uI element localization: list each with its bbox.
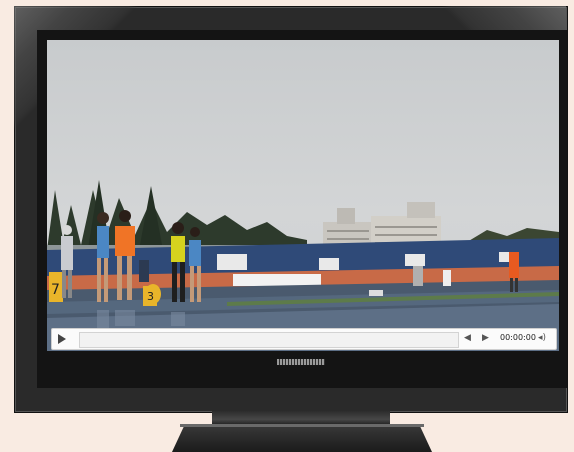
bib-7: 7 <box>51 282 60 298</box>
monitor-stand-base <box>172 424 432 452</box>
next-icon[interactable]: ▶ <box>482 333 489 343</box>
previous-icon[interactable]: ◀ <box>464 333 471 343</box>
video-frame: 7 3 <box>47 180 559 351</box>
seek-bar[interactable] <box>79 332 459 348</box>
tent <box>233 274 321 286</box>
video-player[interactable]: 7 3 ◀ ▶ 00:00:00 ◂) <box>47 40 559 351</box>
monitor-brand-label <box>277 359 325 365</box>
bib-3: 3 <box>147 290 154 303</box>
player-controls: ◀ ▶ 00:00:00 ◂) <box>51 328 557 350</box>
monitor-stand-neck <box>212 411 390 425</box>
play-icon[interactable] <box>52 329 72 349</box>
volume-icon[interactable]: ◂) <box>538 333 546 343</box>
monitor-base-highlight <box>180 424 424 427</box>
time-display: 00:00:00 <box>500 333 536 342</box>
